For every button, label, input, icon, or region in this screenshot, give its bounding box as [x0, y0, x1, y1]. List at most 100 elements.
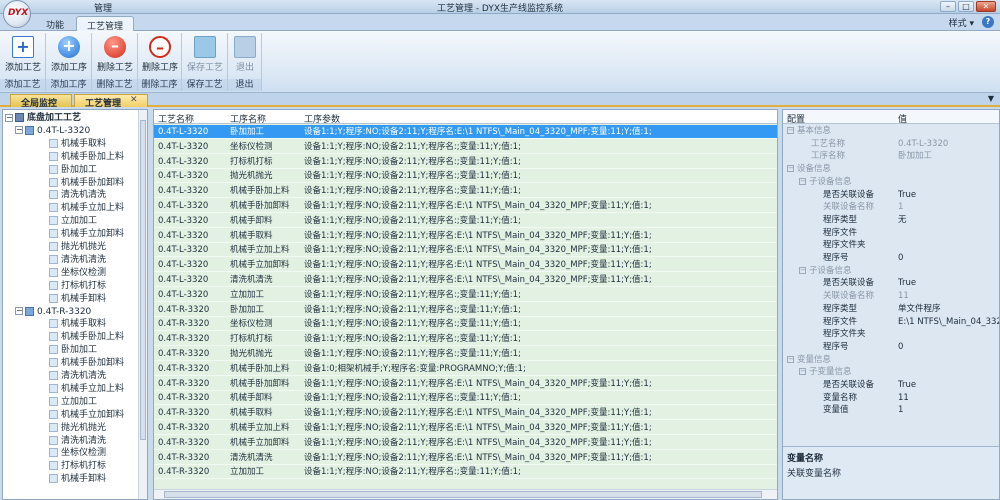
table-row[interactable]: 0.4T-L-3320 机械手取料 设备1:1;Y;程序:NO;设备2:11;Y;程… [154, 229, 777, 243]
tree-item-step[interactable]: 机械手取料 [49, 318, 106, 330]
collapse-icon[interactable]: − [787, 127, 794, 134]
tree-node[interactable]: − 0.4T-L-3320 [15, 125, 90, 137]
tree-item-step[interactable]: 机械手卧加卸料 [49, 177, 124, 189]
grid-scroll-thumb[interactable] [164, 491, 762, 498]
tree-item-step[interactable]: 打标机打标 [49, 460, 106, 472]
property-row[interactable]: 程序文件夹 [783, 329, 999, 340]
tree-item-step[interactable]: 卧加加工 [49, 164, 97, 176]
property-category[interactable]: − 子设备信息 [783, 266, 999, 277]
property-row[interactable]: 是否关联设备 True [783, 278, 999, 289]
table-row[interactable]: 0.4T-L-3320 机械手卧加卸料 设备1:1;Y;程序:NO;设备2:11;Y… [154, 199, 777, 213]
collapse-icon[interactable]: − [15, 126, 23, 135]
property-row[interactable]: 程序号 0 [783, 342, 999, 353]
property-row[interactable]: 是否关联设备 True [783, 380, 999, 391]
table-row[interactable]: 0.4T-R-3320 机械手取料 设备1:1;Y;程序:NO;设备2:11;Y;程… [154, 406, 777, 421]
collapse-icon[interactable]: − [799, 177, 806, 185]
property-row[interactable]: 程序号 0 [783, 253, 999, 264]
header-step-params[interactable]: 工序参数 [304, 112, 340, 125]
tree-item-step[interactable]: 坐标仪检测 [49, 267, 106, 279]
property-row[interactable]: 程序文件 E:\1 NTFS\_Main_04_3320... [783, 317, 999, 328]
table-row[interactable]: 0.4T-R-3320 机械手卧加卸料 设备1:1;Y;程序:NO;设备2:11;Y… [154, 377, 777, 391]
property-row[interactable]: 关联设备名称 1 [783, 202, 999, 213]
property-category[interactable]: − 基本信息 [783, 126, 999, 137]
property-row[interactable]: 程序文件 [783, 228, 999, 239]
property-category[interactable]: − 设备信息 [783, 164, 999, 175]
property-category[interactable]: − 变量信息 [783, 355, 999, 366]
table-row[interactable]: 0.4T-R-3320 卧加加工 设备1:1;Y;程序:NO;设备2:11;Y;程序… [154, 303, 777, 317]
property-row[interactable]: 变量值 1 [783, 405, 999, 416]
tree-item-step[interactable]: 机械手卧加上料 [49, 331, 124, 343]
table-row[interactable]: 0.4T-R-3320 坐标仪检测 设备1:1;Y;程序:NO;设备2:11;Y;程… [154, 317, 777, 332]
tree-item-step[interactable]: 抛光机抛光 [49, 422, 106, 434]
table-row[interactable]: 0.4T-L-3320 机械手卧加上料 设备1:1;Y;程序:NO;设备2:11;Y… [154, 184, 777, 199]
table-row[interactable]: 0.4T-R-3320 抛光机抛光 设备1:1;Y;程序:NO;设备2:11;Y;程… [154, 347, 777, 361]
tree-item-step[interactable]: 机械手取料 [49, 138, 106, 150]
tree-item-step[interactable]: 立加加工 [49, 396, 97, 408]
tree-item-step[interactable]: 清洗机清洗 [49, 435, 106, 447]
tab-global-monitor[interactable]: 全局监控 [10, 94, 72, 109]
delete-step-button[interactable]: – 删除工序 [139, 33, 181, 77]
exit-button[interactable]: 退出 [224, 33, 266, 77]
property-row[interactable]: 程序文件夹 [783, 240, 999, 251]
header-process-name[interactable]: 工艺名称 [158, 112, 194, 125]
property-row[interactable]: 程序类型 单文件程序 [783, 304, 999, 315]
save-process-button[interactable]: 保存工艺 [184, 33, 226, 77]
table-row[interactable]: 0.4T-L-3320 机械手卸料 设备1:1;Y;程序:NO;设备2:11;Y;程… [154, 214, 777, 228]
property-row[interactable]: 工艺名称 0.4T-L-3320 [783, 139, 999, 150]
table-row[interactable]: 0.4T-R-3320 清洗机清洗 设备1:1;Y;程序:NO;设备2:11;Y;程… [154, 451, 777, 465]
header-step-name[interactable]: 工序名称 [230, 112, 266, 125]
tree-item-step[interactable]: 机械手卸料 [49, 293, 106, 305]
tree-item-step[interactable]: 卧加加工 [49, 344, 97, 356]
maximize-button[interactable]: □ [958, 1, 974, 12]
property-row[interactable]: 工序名称 卧加加工 [783, 151, 999, 162]
tree-root[interactable]: − 底盘加工工艺 [5, 112, 81, 124]
table-row[interactable]: 0.4T-L-3320 卧加加工 设备1:1;Y;程序:NO;设备2:11;Y;程序… [154, 125, 777, 139]
tree-node[interactable]: − 0.4T-R-3320 [15, 306, 91, 318]
property-row[interactable]: 关联设备名称 11 [783, 291, 999, 302]
tab-process-management[interactable]: 工艺管理 [76, 16, 135, 32]
tree-item-step[interactable]: 抛光机抛光 [49, 241, 106, 253]
collapse-icon[interactable]: − [799, 368, 806, 376]
table-row[interactable]: 0.4T-L-3320 坐标仪检测 设备1:1;Y;程序:NO;设备2:11;Y;程… [154, 140, 777, 154]
tab-list-chevron-icon[interactable]: ▼ [988, 94, 994, 103]
style-menu[interactable]: 样式 ▾ [949, 16, 974, 29]
collapse-icon[interactable]: − [799, 266, 806, 274]
close-button[interactable]: ✕ [976, 1, 996, 12]
table-row[interactable]: 0.4T-R-3320 打标机打标 设备1:1;Y;程序:NO;设备2:11;Y;程… [154, 332, 777, 347]
tree-item-step[interactable]: 机械手立加卸料 [49, 409, 124, 421]
tree-item-step[interactable]: 立加加工 [49, 215, 97, 227]
tree-item-step[interactable]: 机械手卧加上料 [49, 151, 124, 163]
tree-item-step[interactable]: 机械手立加卸料 [49, 228, 124, 240]
collapse-icon[interactable]: − [787, 355, 794, 363]
table-row[interactable]: 0.4T-L-3320 机械手立加上料 设备1:1;Y;程序:NO;设备2:11;Y… [154, 243, 777, 258]
tab-function[interactable]: 功能 [36, 16, 74, 31]
minimize-button[interactable]: – [940, 1, 956, 12]
collapse-icon[interactable]: − [787, 165, 794, 173]
tree-item-step[interactable]: 打标机打标 [49, 280, 106, 292]
tree-item-step[interactable]: 坐标仪检测 [49, 447, 106, 459]
property-row[interactable]: 程序类型 无 [783, 215, 999, 226]
collapse-icon[interactable]: − [5, 113, 13, 122]
delete-process-button[interactable]: – 删除工艺 [94, 33, 136, 77]
add-process-button[interactable]: + 添加工艺 [2, 33, 44, 77]
table-row[interactable]: 0.4T-L-3320 清洗机清洗 设备1:1;Y;程序:NO;设备2:11;Y;程… [154, 273, 777, 287]
tree-scroll-thumb[interactable] [140, 120, 146, 440]
collapse-icon[interactable]: − [15, 307, 23, 315]
tree-item-step[interactable]: 机械手卧加卸料 [49, 357, 124, 369]
property-category[interactable]: − 子设备信息 [783, 177, 999, 188]
app-logo[interactable]: DYX [3, 0, 31, 28]
table-row[interactable]: 0.4T-L-3320 立加加工 设备1:1;Y;程序:NO;设备2:11;Y;程序… [154, 288, 777, 302]
help-icon[interactable]: ? [982, 16, 994, 28]
close-tab-icon[interactable]: ✕ [130, 95, 138, 105]
add-step-button[interactable]: + 添加工序 [48, 33, 90, 77]
table-row[interactable]: 0.4T-L-3320 抛光机抛光 设备1:1;Y;程序:NO;设备2:11;Y;程… [154, 169, 777, 184]
table-row[interactable]: 0.4T-R-3320 机械手卧加上料 设备1:0;相架机械手;Y;程序名:变量:P… [154, 362, 777, 376]
table-row[interactable]: 0.4T-R-3320 立加加工 设备1:1;Y;程序:NO;设备2:11;Y;程序… [154, 465, 777, 480]
grid-horizontal-scrollbar[interactable] [154, 489, 777, 499]
table-row[interactable]: 0.4T-R-3320 机械手立加卸料 设备1:1;Y;程序:NO;设备2:11;Y… [154, 436, 777, 450]
property-row[interactable]: 是否关联设备 True [783, 190, 999, 201]
tree-item-step[interactable]: 机械手卸料 [49, 473, 106, 485]
property-category[interactable]: − 子变量信息 [783, 367, 999, 378]
tree-item-step[interactable]: 机械手立加上料 [49, 383, 124, 395]
tree-item-step[interactable]: 清洗机清洗 [49, 189, 106, 201]
